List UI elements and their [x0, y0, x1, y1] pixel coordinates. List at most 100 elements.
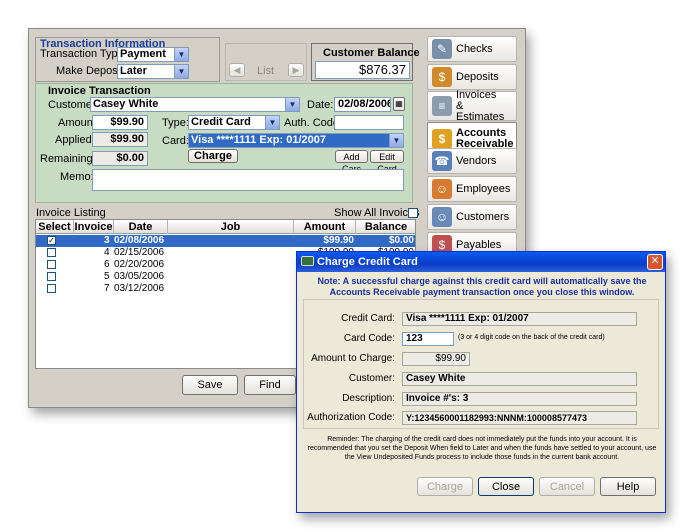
calendar-icon[interactable]: ▦	[393, 97, 405, 111]
chevron-down-icon[interactable]: ▼	[174, 65, 188, 78]
invoice-table-header: Select Invoice # Date Job Amount Balance	[36, 220, 415, 247]
dialog-reminder: Reminder: The charging of the credit car…	[307, 436, 657, 461]
card-code-field[interactable]: 123	[402, 332, 454, 346]
amount-to-charge-label: Amount to Charge:	[311, 353, 395, 364]
date-field[interactable]: 02/08/2006	[334, 97, 391, 112]
customer-value: Casey White	[93, 98, 159, 110]
employees-icon: ☺	[432, 179, 452, 199]
applied-label: Applied:	[55, 134, 95, 146]
description-label: Description:	[342, 393, 395, 404]
col-balance[interactable]: Balance	[356, 220, 415, 234]
sidebar-item-vendors[interactable]: ☎ Vendors	[427, 148, 517, 174]
col-date[interactable]: Date	[114, 220, 168, 234]
customers-icon: ☺	[432, 207, 452, 227]
payment-type-value: Credit Card	[191, 116, 251, 128]
sidebar-item-employees[interactable]: ☺ Employees	[427, 176, 517, 202]
row-date: 02/15/2006	[114, 247, 165, 258]
customer-balance-value: $876.37	[315, 61, 410, 79]
row-date: 02/20/2006	[114, 259, 165, 270]
row-invoice: 4	[104, 247, 110, 258]
card-select[interactable]: Visa ****1111 Exp: 01/2007 ▼	[188, 133, 404, 148]
charge-credit-card-dialog: Charge Credit Card ✕ Note: A successful …	[296, 251, 666, 513]
transaction-type-select[interactable]: Payment ▼	[117, 47, 189, 62]
edit-card-button[interactable]: Edit Card	[370, 150, 404, 174]
dialog-title: Charge Credit Card	[317, 256, 418, 268]
remaining-field: $0.00	[92, 151, 148, 166]
customer-balance-label: Customer Balance	[323, 47, 420, 59]
sidebar-item-deposits[interactable]: $ Deposits	[427, 64, 517, 90]
col-select[interactable]: Select	[36, 220, 74, 234]
row-invoice: 7	[104, 283, 110, 294]
customer-select[interactable]: Casey White ▼	[90, 97, 300, 112]
chevron-down-icon[interactable]: ▼	[285, 98, 299, 111]
row-checkbox[interactable]: ✓	[47, 236, 56, 245]
sidebar-item-invoices[interactable]: ≡ Invoices & Estimates	[427, 89, 517, 122]
chevron-down-icon[interactable]: ▼	[265, 116, 279, 129]
sidebar-item-label: Payables	[456, 238, 502, 251]
auth-code-field[interactable]	[334, 115, 404, 130]
transaction-type-value: Payment	[120, 48, 166, 60]
checks-icon: ✎	[432, 39, 452, 59]
card-label: Card:	[162, 135, 189, 147]
dialog-note: Note: A successful charge against this c…	[317, 276, 647, 297]
invoice-listing-title: Invoice Listing	[36, 207, 106, 219]
chevron-down-icon[interactable]: ▼	[389, 134, 403, 147]
close-icon[interactable]: ✕	[647, 254, 663, 270]
col-job[interactable]: Job	[168, 220, 294, 234]
amount-to-charge-field: $99.90	[402, 352, 470, 366]
memo-field[interactable]	[92, 169, 404, 191]
dialog-cancel-button[interactable]: Cancel	[539, 477, 595, 496]
payment-type-select[interactable]: Credit Card ▼	[188, 115, 280, 130]
show-all-invoices-checkbox[interactable]	[408, 208, 418, 218]
list-next-button[interactable]: ▶	[288, 63, 304, 77]
col-invoice[interactable]: Invoice #	[74, 220, 114, 247]
sidebar-item-label: Checks	[456, 42, 493, 55]
table-row[interactable]: ✓ 3 02/08/2006 $99.90 $0.00	[36, 235, 415, 247]
sidebar-item-label: Deposits	[456, 70, 499, 83]
card-label: Credit Card:	[341, 313, 395, 324]
dialog-customer-field: Casey White	[402, 372, 637, 386]
make-deposit-value: Later	[120, 65, 147, 77]
row-balance: $0.00	[388, 235, 414, 246]
dialog-customer-label: Customer:	[348, 373, 395, 384]
date-label: Date:	[307, 99, 334, 111]
deposits-icon: $	[432, 67, 452, 87]
find-button[interactable]: Find	[244, 375, 296, 395]
dialog-close-button[interactable]: Close	[478, 477, 534, 496]
row-checkbox[interactable]	[47, 272, 56, 281]
make-deposit-label: Make Deposit:	[56, 65, 127, 77]
description-field: Invoice #'s: 3	[402, 392, 637, 406]
remaining-label: Remaining:	[40, 153, 96, 165]
charge-button[interactable]: Charge	[188, 149, 238, 163]
authorization-code-label: Authorization Code:	[307, 412, 395, 423]
dialog-charge-button[interactable]: Charge	[417, 477, 473, 496]
card-code-label: Card Code:	[343, 333, 395, 344]
sidebar-item-label: Vendors	[456, 154, 497, 167]
add-card-button[interactable]: Add Carc	[335, 150, 368, 174]
save-button[interactable]: Save	[182, 375, 238, 395]
authorization-code-field: Y:1234560001182993:NNNM:100008577473	[402, 411, 637, 425]
list-button[interactable]: List	[257, 64, 274, 78]
row-date: 02/08/2006	[114, 235, 165, 246]
row-checkbox[interactable]	[47, 248, 56, 257]
amount-field[interactable]: $99.90	[92, 115, 148, 130]
credit-card-icon	[301, 256, 314, 266]
invoice-transaction-title: Invoice Transaction	[48, 85, 151, 97]
dialog-help-button[interactable]: Help	[600, 477, 656, 496]
col-amount[interactable]: Amount	[294, 220, 356, 234]
make-deposit-select[interactable]: Later ▼	[117, 64, 189, 79]
chevron-down-icon[interactable]: ▼	[174, 48, 188, 61]
card-code-hint: (3 or 4 digit code on the back of the cr…	[458, 334, 605, 341]
payment-type-label: Type:	[162, 117, 189, 129]
dialog-title-bar: Charge Credit Card ✕	[297, 252, 665, 272]
sidebar-item-customers[interactable]: ☺ Customers	[427, 204, 517, 230]
row-date: 03/05/2006	[114, 271, 165, 282]
row-checkbox[interactable]	[47, 260, 56, 269]
row-checkbox[interactable]	[47, 284, 56, 293]
list-prev-button[interactable]: ◀	[229, 63, 245, 77]
row-date: 03/12/2006	[114, 283, 165, 294]
row-invoice: 3	[104, 235, 110, 246]
card-value: Visa ****1111 Exp: 01/2007	[191, 134, 326, 146]
sidebar-item-checks[interactable]: ✎ Checks	[427, 36, 517, 62]
sidebar-item-label: Customers	[456, 210, 510, 223]
